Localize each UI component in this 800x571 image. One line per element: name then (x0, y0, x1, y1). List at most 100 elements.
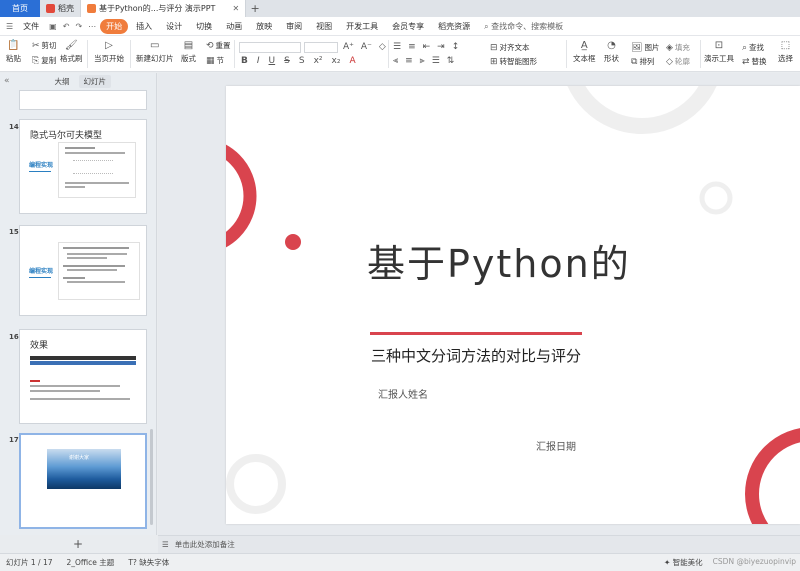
menu-developer[interactable]: 开发工具 (340, 19, 384, 34)
slide-title[interactable]: 基于Python的 (367, 233, 631, 288)
tab-presentation[interactable]: 基于Python的...与评分 演示PPT ✕ (81, 0, 247, 17)
clear-format-icon[interactable]: ◇ (379, 42, 386, 52)
copy-button[interactable]: ⎘ 复制 (32, 55, 56, 66)
hamburger-icon[interactable]: ☰ (4, 22, 15, 31)
ribbon-divider (566, 40, 567, 68)
textbox-button[interactable]: A̲ 文本框 (573, 40, 596, 64)
find-button[interactable]: ⌕ 查找 (742, 42, 764, 53)
menu-transition[interactable]: 切换 (190, 19, 218, 34)
slide-thumbnail-13[interactable] (19, 90, 147, 110)
text-direction-icon[interactable]: ⇅ (447, 56, 455, 66)
undo-icon[interactable]: ↶ (61, 22, 72, 31)
outline-button[interactable]: ◇ 轮廓 (666, 56, 690, 67)
section-button[interactable]: ▦ 节 (206, 55, 224, 66)
fill-icon: ◈ (666, 42, 673, 53)
tab-outline[interactable]: 大纲 (50, 75, 75, 88)
menu-slideshow[interactable]: 放映 (250, 19, 278, 34)
menu-member[interactable]: 会员专享 (386, 19, 430, 34)
format-painter-label: 格式刷 (60, 54, 83, 63)
convert-smartart-button[interactable]: ⊞ 转智能图形 (490, 56, 537, 67)
fill-label: 填充 (674, 43, 690, 52)
justify-icon[interactable]: ☰ (432, 56, 440, 66)
align-right-icon[interactable]: ⫸ (420, 56, 425, 66)
numbering-icon[interactable]: ≡ (408, 42, 416, 52)
menu-bar: ☰ 文件 ▣ ↶ ↷ ⋯ 开始 插入 设计 切换 动画 放映 审阅 视图 开发工… (0, 17, 800, 36)
align-text-button[interactable]: ⊟ 对齐文本 (490, 42, 530, 53)
collapse-panel-icon[interactable]: « (4, 76, 10, 86)
menu-review[interactable]: 审阅 (280, 19, 308, 34)
replace-button[interactable]: ⇄ 替换 (742, 56, 767, 67)
reporter-name[interactable]: 汇报人姓名 (378, 386, 428, 401)
home-tab[interactable]: 首页 (0, 0, 40, 17)
font-size-select[interactable] (304, 42, 338, 53)
report-date[interactable]: 汇报日期 (536, 438, 576, 453)
align-center-icon[interactable]: ≡ (405, 56, 413, 66)
superscript-icon[interactable]: x² (314, 56, 323, 66)
redo-icon[interactable]: ↷ (73, 22, 84, 31)
strikethrough-icon[interactable]: S (284, 56, 290, 66)
watermark-text: CSDN @biyezuopinvip (712, 557, 796, 566)
presentation-tools-button[interactable]: ⊡ 演示工具 (704, 40, 734, 64)
paragraph-group: ☰ ≡ ⇤ ⇥ ↕ (393, 42, 459, 52)
increase-indent-icon[interactable]: ⇥ (437, 42, 445, 52)
docer-logo-icon (46, 4, 55, 13)
arrange-button[interactable]: ⧉ 排列 (631, 56, 654, 67)
theme-name[interactable]: 2_Office 主题 (67, 557, 115, 568)
paste-button[interactable]: 📋 粘贴 (6, 40, 21, 64)
slide-thumbnail-14[interactable]: 隐式马尔可夫模型 编程实现 (19, 119, 147, 214)
format-painter-button[interactable]: 🖌 格式刷 (60, 40, 83, 64)
current-slide[interactable]: 基于Python的 三种中文分词方法的对比与评分 汇报人姓名 汇报日期 (226, 86, 800, 524)
bottom-grey-ring (226, 454, 286, 514)
ribbon-divider (87, 40, 88, 68)
outline-label: 轮廓 (674, 57, 690, 66)
missing-font-button[interactable]: T? 缺失字体 (128, 557, 169, 568)
new-slide-button[interactable]: ▭ 新建幻灯片 (136, 40, 174, 64)
panel-scrollbar[interactable] (150, 429, 153, 525)
slide-thumbnail-17[interactable]: 谢谢大家 (19, 433, 147, 529)
decrease-indent-icon[interactable]: ⇤ (423, 42, 431, 52)
tab-slides[interactable]: 幻灯片 (78, 74, 112, 88)
shape-button[interactable]: ◔ 形状 (604, 40, 619, 64)
slide-thumbnail-15[interactable]: 编程实现 (19, 225, 147, 316)
tab-docer[interactable]: 稻壳 (40, 0, 81, 17)
shrink-font-icon[interactable]: A⁻ (361, 42, 372, 52)
menu-animation[interactable]: 动画 (220, 19, 248, 34)
italic-icon[interactable]: I (257, 56, 260, 66)
menu-design[interactable]: 设计 (160, 19, 188, 34)
select-button[interactable]: ⬚ 选择 (778, 40, 793, 64)
align-left-icon[interactable]: ⫷ (393, 56, 398, 66)
font-color-icon[interactable]: A (349, 56, 355, 66)
subscript-icon[interactable]: x₂ (332, 56, 341, 66)
command-search[interactable]: ⌕ 查找命令、搜索模板 (484, 21, 563, 32)
bullets-icon[interactable]: ☰ (393, 42, 401, 52)
save-icon[interactable]: ▣ (47, 22, 59, 31)
notes-bar[interactable]: ☰ 单击此处添加备注 (158, 535, 800, 553)
cut-button[interactable]: ✂ 剪切 (32, 40, 57, 51)
slide-thumbnail-16[interactable]: 效果 (19, 329, 147, 424)
slide-subtitle[interactable]: 三种中文分词方法的对比与评分 (371, 345, 581, 366)
smart-beautify-button[interactable]: ✦ 智能美化 (664, 557, 703, 568)
text-shadow-icon[interactable]: S (299, 56, 305, 66)
add-slide-icon[interactable]: + (73, 537, 83, 551)
thumb-section-label: 编程实现 (29, 268, 54, 275)
menu-docer-resources[interactable]: 稻壳资源 (432, 19, 476, 34)
menu-home[interactable]: 开始 (100, 18, 129, 34)
convert-smartart-label: 转智能图形 (499, 57, 538, 66)
fill-button[interactable]: ◈ 填充 (666, 42, 690, 53)
menu-insert[interactable]: 插入 (130, 19, 158, 34)
line-spacing-icon[interactable]: ↕ (452, 42, 460, 52)
grow-font-icon[interactable]: A⁺ (343, 42, 354, 52)
underline-icon[interactable]: U (269, 56, 276, 66)
layout-button[interactable]: ▤ 版式 (181, 40, 196, 64)
menu-file[interactable]: 文件 (17, 19, 45, 34)
from-current-slide-button[interactable]: ▷ 当页开始 (94, 40, 124, 64)
paste-label: 粘贴 (6, 54, 21, 63)
tab-close-icon[interactable]: ✕ (232, 4, 239, 13)
picture-button[interactable]: 🖼 图片 (631, 42, 659, 53)
menu-view[interactable]: 视图 (310, 19, 338, 34)
bold-icon[interactable]: B (241, 56, 248, 66)
font-family-select[interactable] (239, 42, 301, 53)
new-tab-button[interactable]: + (246, 0, 264, 17)
reset-button[interactable]: ⟲ 重置 (206, 40, 231, 51)
more-icon[interactable]: ⋯ (86, 22, 98, 31)
